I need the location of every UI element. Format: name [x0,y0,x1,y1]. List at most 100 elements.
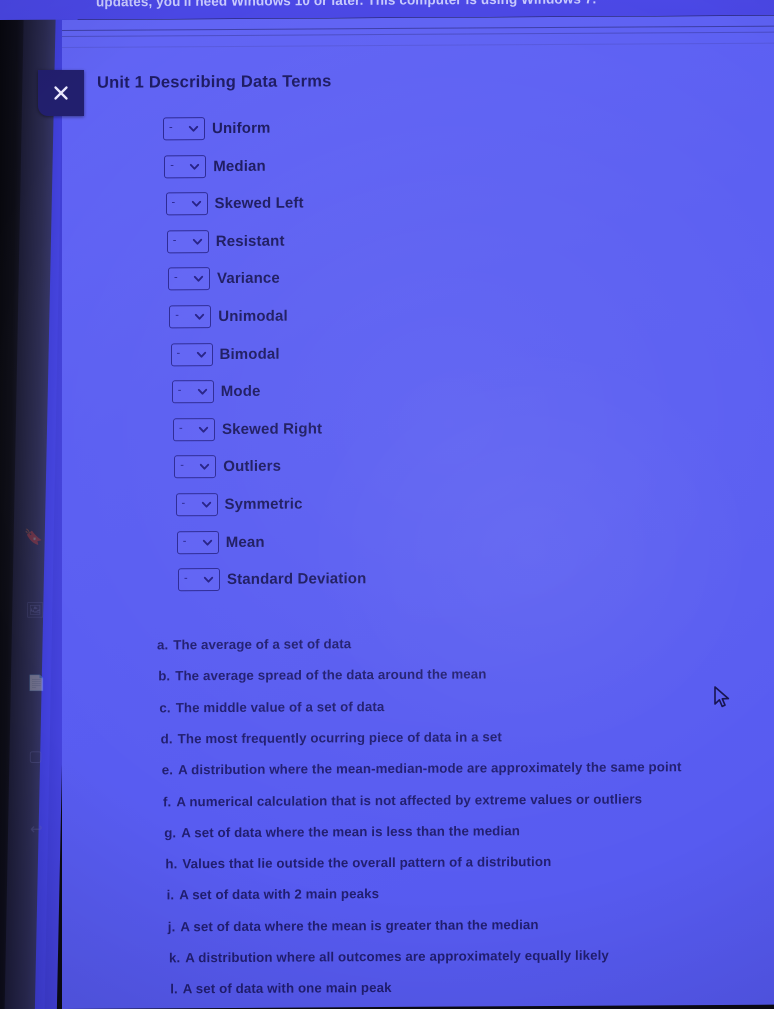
term-label: Outliers [223,458,282,476]
image-icon: 🖼 [25,602,45,619]
term-select-value: - [184,572,188,585]
term-select-value: - [182,534,187,547]
option-marker: a. [157,637,169,653]
term-select-13[interactable]: - [178,568,220,592]
definition-option: a. The average of a set of data [157,636,351,652]
term-label: Symmetric [224,495,303,514]
option-marker: k. [169,950,181,966]
page-sheet: Unit 1 Describing Data Terms - Uniform - Me… [62,15,774,1009]
term-select-value: - [179,422,183,435]
term-select-5[interactable]: - [168,267,210,291]
square-icon: ▢ [28,748,43,765]
option-text: A set of data with one main peak [182,980,392,997]
chevron-down-icon [190,197,203,210]
option-marker: l. [170,981,178,997]
definition-option: g. A set of data where the mean is less t… [164,823,520,840]
option-text: A set of data with 2 main peaks [179,886,380,903]
chevron-down-icon [187,122,200,135]
option-text: The most frequently ocurring piece of da… [177,729,502,747]
option-marker: f. [163,793,172,809]
term-select-value: - [171,196,176,209]
term-row: - Unimodal [169,305,288,329]
term-select-3[interactable]: - [165,192,208,216]
term-label: Unimodal [218,307,288,326]
term-select-1[interactable]: - [163,117,205,141]
term-select-4[interactable]: - [166,229,209,254]
screen-photo: 🔖 🖼 📄 ▢ ↩ updates, you'll need Windows 10 or… [0,0,774,1009]
term-select-9[interactable]: - [173,417,215,442]
term-select-8[interactable]: - [171,380,214,404]
option-marker: d. [160,731,173,747]
chevron-down-icon [195,348,208,361]
term-row: - Skewed Left [165,192,304,216]
term-label: Resistant [215,232,285,250]
term-row: - Outliers [174,455,281,479]
term-select-2[interactable]: - [164,154,207,178]
term-label: Standard Deviation [227,570,367,589]
term-select-value: - [169,121,173,134]
chevron-down-icon [198,460,211,473]
option-text: The average of a set of data [173,636,352,653]
option-marker: b. [158,668,171,684]
definition-option: e. A distribution where the mean-median-m… [162,759,682,777]
definition-option: i. A set of data with 2 main peaks [167,886,380,902]
definition-option: c. The middle value of a set of data [159,699,384,715]
definition-option: h. Values that lie outside the overall pa… [165,854,551,871]
term-label: Mean [225,533,265,551]
bookmark-icon: 🔖 [24,529,43,546]
term-select-value: - [177,384,182,397]
reply-icon: ↩ [30,821,43,838]
term-row: - Mean [176,530,265,554]
term-select-12[interactable]: - [176,530,219,554]
term-row: - Standard Deviation [178,567,367,592]
option-marker: g. [164,825,177,841]
windows-update-banner-text: updates, you'll need Windows 10 or later… [96,0,597,10]
option-text: A distribution where the mean-median-mod… [178,759,682,778]
option-text: The middle value of a set of data [175,698,385,715]
term-label: Median [213,157,266,175]
option-marker: h. [165,856,178,872]
term-label: Variance [217,270,280,288]
option-marker: e. [161,762,174,778]
term-label: Skewed Left [214,194,304,213]
term-label: Mode [220,382,261,401]
chevron-down-icon [196,385,209,398]
chevron-down-icon [191,235,204,248]
term-label: Bimodal [219,345,280,363]
definition-option: b. The average spread of the data around … [158,667,486,684]
close-button[interactable] [38,70,84,116]
term-label: Skewed Right [222,420,323,438]
chevron-down-icon [201,536,214,549]
option-text: The average spread of the data around th… [175,666,487,684]
term-row: - Bimodal [170,342,280,366]
page-title: Unit 1 Describing Data Terms [97,72,332,92]
chevron-down-icon [193,310,206,323]
chevron-down-icon [200,498,213,511]
option-marker: c. [159,699,171,715]
term-select-10[interactable]: - [174,455,217,479]
option-marker: i. [166,887,175,903]
term-select-value: - [176,346,181,359]
document-icon: 📄 [27,675,46,692]
close-icon [51,83,71,103]
definitions-list: a. The average of a set of data b. The aver… [62,634,774,996]
option-text: A set of data where the mean is less tha… [181,822,520,841]
definition-option: k. A distribution where all outcomes are … [169,948,609,966]
term-row: - Uniform [163,117,271,141]
term-row: - Mode [171,380,261,404]
definition-option: f. A numerical calculation that is not af… [163,791,642,809]
term-select-11[interactable]: - [175,493,218,517]
definition-option: d. The most frequently ocurring piece of … [161,729,502,746]
chevron-down-icon [188,160,201,173]
term-row: - Skewed Right [173,417,323,442]
chevron-down-icon [192,273,205,286]
term-select-value: - [175,309,179,322]
term-select-6[interactable]: - [169,305,212,329]
term-select-7[interactable]: - [170,342,213,366]
term-row: - Resistant [166,229,285,254]
term-row: - Median [164,154,266,178]
term-select-value: - [181,497,186,510]
assignment-content: Unit 1 Describing Data Terms - Uniform - Me… [62,16,774,1009]
term-select-value: - [180,459,184,472]
term-row: - Symmetric [175,493,303,517]
